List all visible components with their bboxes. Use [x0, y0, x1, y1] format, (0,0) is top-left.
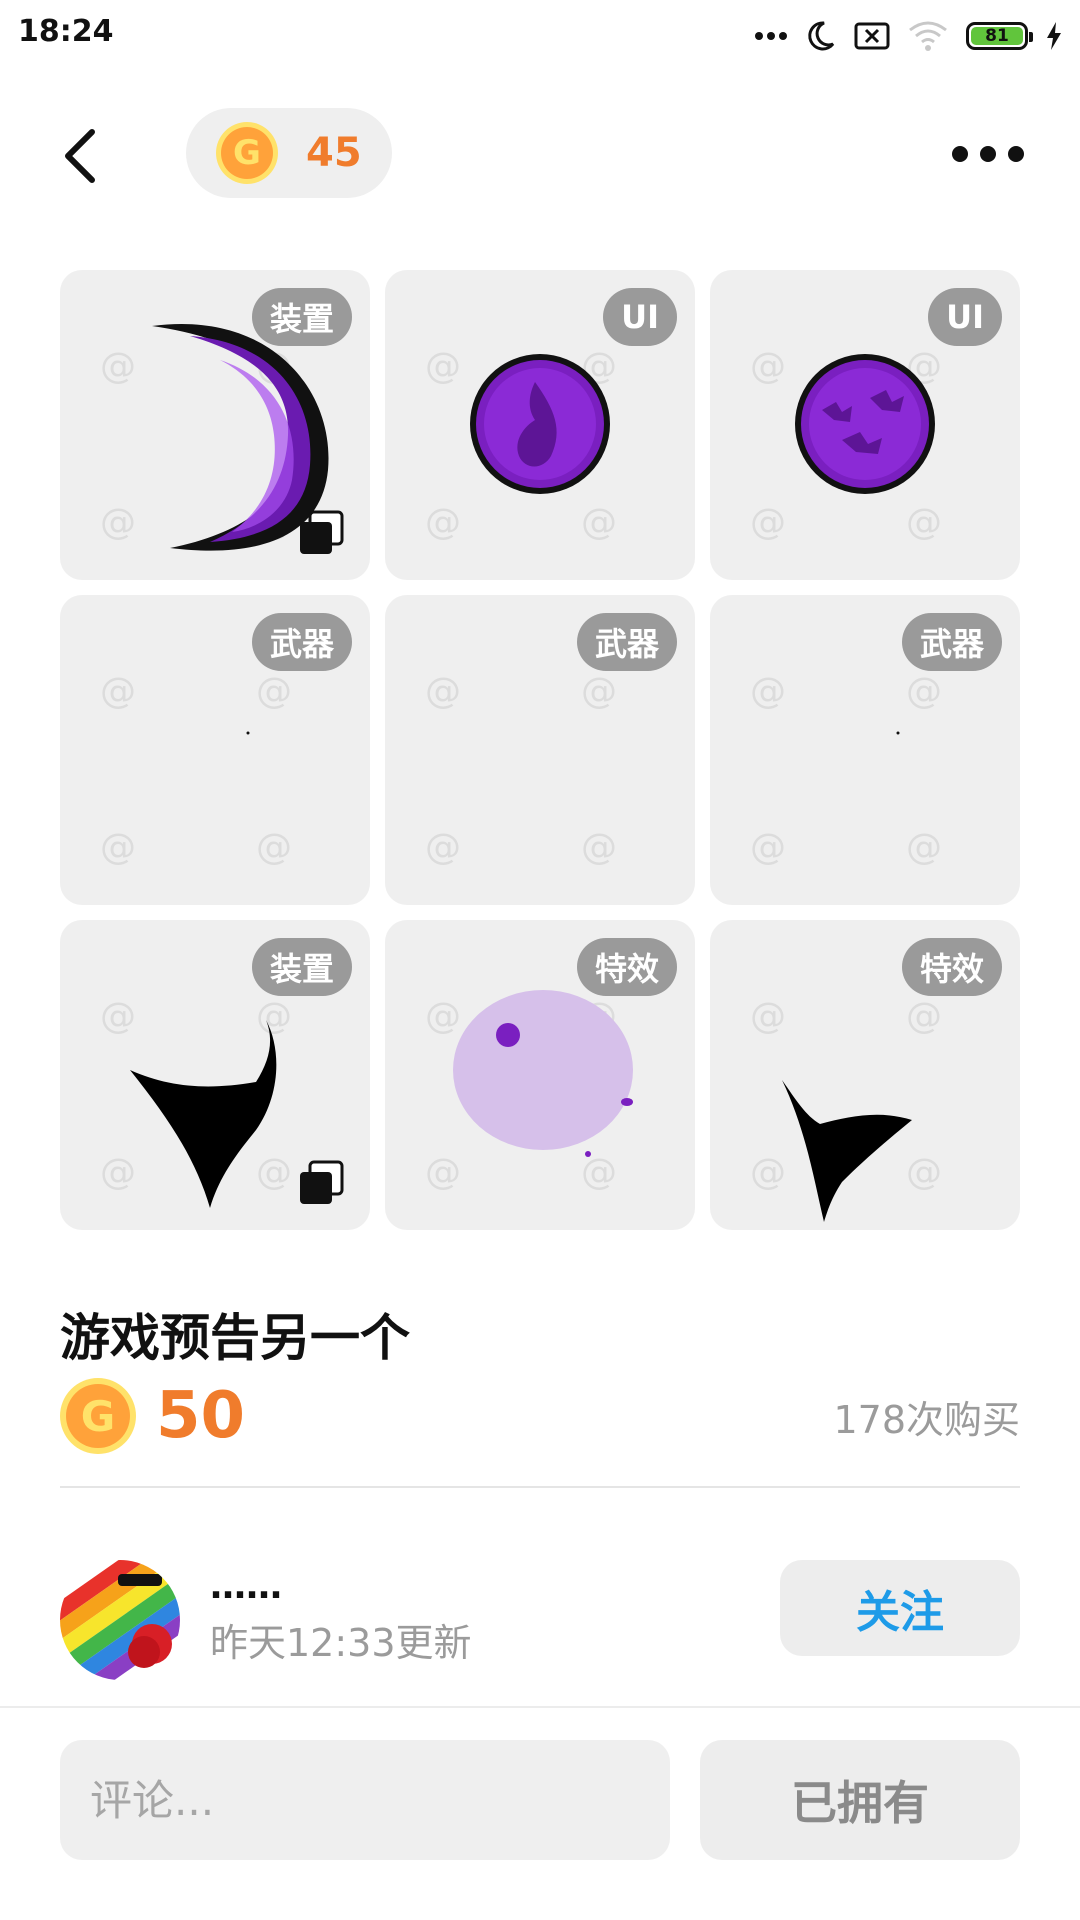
back-button[interactable]	[52, 120, 108, 192]
item-detail-page: 18:24 81 G 45 @ @ 装置 @ @ @ @ UI @ @ @ @ …	[0, 0, 1080, 1920]
asset-tile[interactable]: @ @ @ @ 装置	[60, 920, 370, 1230]
status-icons: 81	[754, 16, 1062, 56]
owned-button[interactable]: 已拥有	[700, 1740, 1020, 1860]
more-horizontal-icon	[952, 146, 968, 162]
category-tag: UI	[603, 288, 677, 346]
follow-button[interactable]: 关注	[780, 1560, 1020, 1656]
status-bar: 18:24 81	[0, 0, 1080, 72]
category-tag: 装置	[251, 938, 352, 996]
multiple-images-icon	[300, 510, 344, 554]
category-tag: 武器	[576, 613, 677, 671]
updated-time: 昨天12:33更新	[210, 1621, 472, 1665]
asset-tile[interactable]: @ @ @ @ 武器	[60, 595, 370, 905]
category-tag: 特效	[901, 938, 1002, 996]
comment-input[interactable]	[60, 1740, 670, 1860]
battery-icon: 81	[966, 22, 1033, 50]
category-tag: 装置	[251, 288, 352, 346]
asset-tile[interactable]: @ @ @ @ UI	[710, 270, 1020, 580]
asset-tile[interactable]: @ @ @ @ 装置	[60, 270, 370, 580]
asset-tile[interactable]: @ @ @ @ 武器	[385, 595, 695, 905]
watermark-icon: @	[425, 827, 461, 868]
category-tag: 特效	[576, 938, 677, 996]
watermark-icon: @	[581, 671, 617, 712]
asset-tile[interactable]: @ @ @ @ UI	[385, 270, 695, 580]
sim-disabled-icon	[854, 22, 890, 50]
more-dots-icon	[754, 31, 788, 41]
chevron-left-icon	[65, 129, 95, 183]
divider	[0, 1706, 1080, 1708]
moon-icon	[806, 20, 836, 52]
asset-tile[interactable]: @ @ @ @ 武器	[710, 595, 1020, 905]
category-tag: 武器	[901, 613, 1002, 671]
product-price: 50	[156, 1379, 246, 1453]
watermark-icon: @	[425, 671, 461, 712]
gold-coin-icon: G	[216, 122, 278, 184]
product-title: 游戏预告另一个	[60, 1309, 410, 1367]
charging-bolt-icon	[1046, 22, 1062, 50]
asset-tile[interactable]: @ @ @ @ 特效	[710, 920, 1020, 1230]
category-tag: 武器	[251, 613, 352, 671]
more-options-button[interactable]	[952, 136, 1024, 172]
multiple-images-icon	[300, 1160, 344, 1204]
asset-tile[interactable]: @ @ @ @ 特效	[385, 920, 695, 1230]
wifi-icon	[908, 20, 948, 52]
status-time: 18:24	[18, 14, 114, 49]
coin-balance: 45	[306, 130, 362, 176]
rainbow-avatar-image	[60, 1560, 180, 1680]
coin-balance-pill[interactable]: G 45	[186, 108, 392, 198]
watermark-icon: @	[581, 827, 617, 868]
author-avatar[interactable]	[60, 1560, 180, 1680]
gold-coin-icon: G	[60, 1378, 136, 1454]
asset-grid: @ @ @ @ 装置 @ @ @ @ UI	[60, 270, 1020, 1230]
category-tag: UI	[928, 288, 1002, 346]
purchase-count: 178次购买	[833, 1397, 1020, 1442]
divider	[60, 1486, 1020, 1488]
author-name[interactable]: ……	[210, 1566, 282, 1607]
battery-level: 81	[971, 26, 1023, 46]
price-row: G 50 178次购买	[60, 1378, 1020, 1454]
